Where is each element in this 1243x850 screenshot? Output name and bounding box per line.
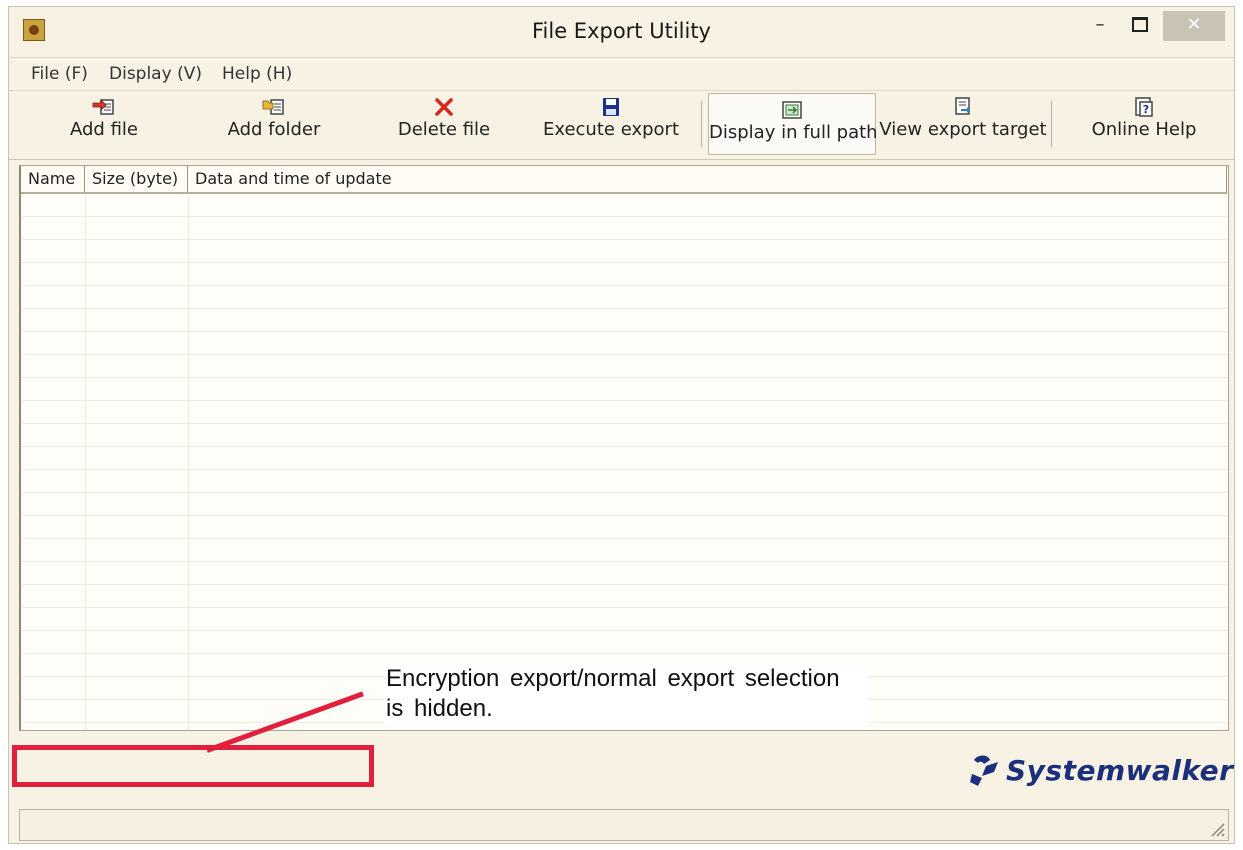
view-export-target-label: View export target <box>879 119 1047 140</box>
toolbar: Add file Add folder Delete file Execute … <box>9 90 1234 160</box>
menu-bar: File (F) Display (V) Help (H) <box>9 57 1234 90</box>
add-folder-label: Add folder <box>227 119 321 140</box>
menu-display[interactable]: Display (V) <box>109 64 202 84</box>
menu-file[interactable]: File (F) <box>31 64 88 84</box>
display-full-path-label: Display in full path <box>709 122 878 143</box>
column-header-size[interactable]: Size (byte) <box>85 166 188 192</box>
add-file-icon <box>49 91 159 119</box>
status-bar <box>19 809 1229 841</box>
online-help-button[interactable]: ? Online Help <box>1084 91 1204 157</box>
systemwalker-logo-icon <box>970 755 998 786</box>
delete-file-label: Delete file <box>397 119 491 140</box>
delete-file-button[interactable]: Delete file <box>389 91 499 157</box>
column-divider <box>188 194 189 730</box>
systemwalker-logo: Systemwalker <box>968 750 1233 794</box>
toolbar-separator <box>701 101 705 147</box>
svg-text:?: ? <box>1143 103 1149 116</box>
delete-x-icon <box>389 91 499 119</box>
floppy-disk-icon <box>541 91 681 119</box>
resize-grip-icon[interactable] <box>1206 818 1226 838</box>
menu-help[interactable]: Help (H) <box>222 64 292 84</box>
maximize-icon <box>1132 17 1148 32</box>
display-full-path-button[interactable]: Display in full path <box>708 93 878 155</box>
add-folder-icon <box>214 91 334 119</box>
execute-export-button[interactable]: Execute export <box>541 91 681 157</box>
annotation-text: Encryption export/normal export selectio… <box>384 664 868 724</box>
execute-export-label: Execute export <box>542 119 679 140</box>
column-divider <box>85 194 86 730</box>
add-file-button[interactable]: Add file <box>49 91 159 157</box>
column-header-name[interactable]: Name <box>21 166 85 192</box>
annotation-highlight-box <box>12 745 374 787</box>
maximize-button[interactable] <box>1127 11 1153 41</box>
full-path-icon <box>709 94 875 122</box>
list-header: Name Size (byte) Data and time of update <box>21 166 1227 194</box>
view-export-target-button[interactable]: View export target <box>879 91 1047 157</box>
window-title: File Export Utility <box>531 19 711 43</box>
close-button[interactable]: ✕ <box>1163 11 1225 41</box>
file-list[interactable]: Name Size (byte) Data and time of update <box>19 165 1229 731</box>
view-target-icon <box>879 91 1047 119</box>
title-bar: File Export Utility – ✕ <box>9 7 1234 55</box>
list-rows <box>21 194 1228 730</box>
toolbar-separator <box>1051 101 1055 147</box>
column-header-updated[interactable]: Data and time of update <box>188 166 1227 192</box>
online-help-label: Online Help <box>1091 119 1197 140</box>
add-folder-button[interactable]: Add folder <box>214 91 334 157</box>
minimize-button[interactable]: – <box>1087 11 1113 41</box>
systemwalker-logo-text: Systemwalker <box>1006 754 1234 787</box>
add-file-label: Add file <box>70 119 138 140</box>
help-book-icon: ? <box>1084 91 1204 119</box>
